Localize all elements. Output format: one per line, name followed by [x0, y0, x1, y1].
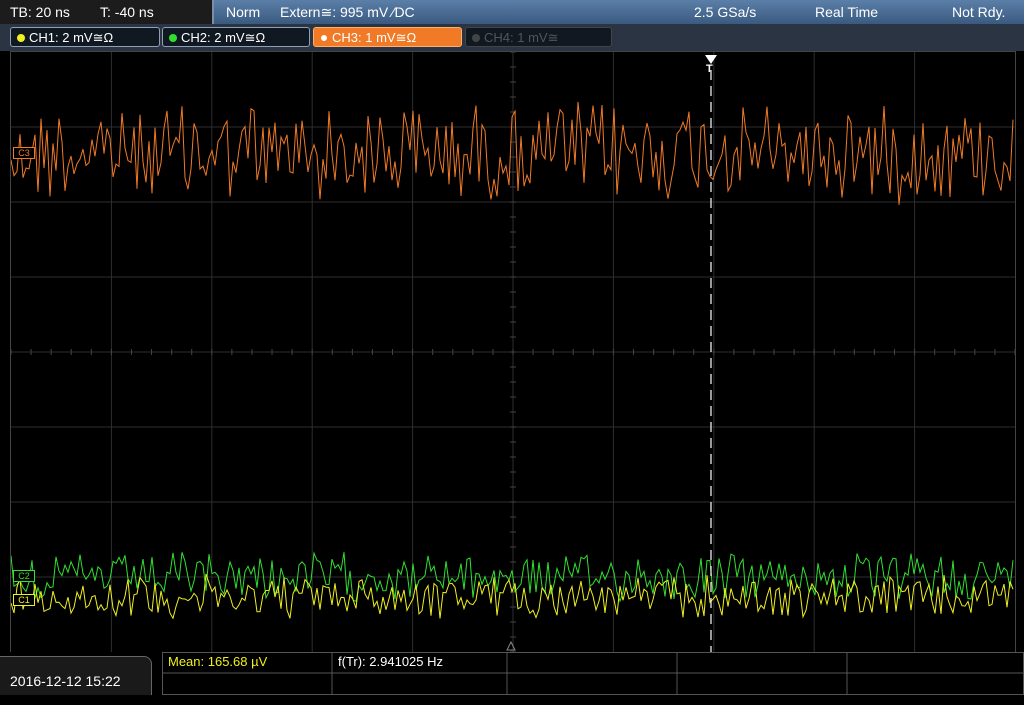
trigger-time-value: T: -40 ns — [100, 4, 154, 20]
ch1-dot-icon — [17, 34, 25, 42]
acq-mode[interactable]: Norm — [226, 0, 260, 24]
ch4-dot-icon — [472, 34, 480, 42]
channel-bar: CH1: 2 mV≅Ω CH2: 2 mV≅Ω CH3: 1 mV≅Ω CH4:… — [0, 24, 1024, 51]
datetime-display: 2016-12-12 15:22 — [0, 656, 152, 695]
ch3-dot-icon — [320, 34, 328, 42]
channel-4-chip[interactable]: CH4: 1 mV≅ — [465, 27, 612, 47]
footer: 2016-12-12 15:22 Mean: 165.68 µV f(Tr): … — [0, 652, 1024, 695]
channel-1-chip[interactable]: CH1: 2 mV≅Ω — [10, 27, 160, 47]
mean-measurement[interactable]: Mean: 165.68 µV — [168, 652, 267, 672]
center-marker-icon — [506, 640, 516, 651]
measurement-panel: Mean: 165.68 µV f(Tr): 2.941025 Hz — [162, 652, 1024, 695]
ch3-trace — [10, 101, 1014, 205]
channel-3-chip[interactable]: CH3: 1 mV≅Ω — [313, 27, 462, 47]
sample-rate[interactable]: 2.5 GSa/s — [694, 0, 756, 24]
waveform-display[interactable]: C3 C2 C1 T — [10, 51, 1016, 653]
trigger-marker-label: T — [706, 63, 713, 75]
timebase-value: TB: 20 ns — [10, 4, 70, 20]
ch1-label: CH1: 2 mV≅Ω — [29, 30, 114, 45]
ch1-offset-marker[interactable]: C1 — [13, 594, 35, 606]
frequency-measurement[interactable]: f(Tr): 2.941025 Hz — [338, 652, 443, 672]
acq-status: Not Rdy. — [952, 4, 1006, 20]
measurement-grid — [162, 652, 1024, 695]
channel-2-chip[interactable]: CH2: 2 mV≅Ω — [162, 27, 310, 47]
ch2-dot-icon — [169, 34, 177, 42]
ch4-label: CH4: 1 mV≅ — [484, 30, 559, 45]
ch3-label: CH3: 1 mV≅Ω — [332, 30, 417, 45]
timebase-box[interactable]: TB: 20 ns T: -40 ns — [0, 0, 214, 24]
ch2-label: CH2: 2 mV≅Ω — [181, 30, 266, 45]
trigger-source[interactable]: Extern≅: 995 mV ∕DC — [280, 0, 415, 24]
status-bar: TB: 20 ns T: -40 ns Norm Extern≅: 995 mV… — [0, 0, 1024, 24]
realtime-mode[interactable]: Real Time — [815, 0, 878, 24]
ch2-offset-marker[interactable]: C2 — [13, 570, 35, 582]
ch3-offset-marker[interactable]: C3 — [13, 147, 35, 159]
ch1-trace — [10, 573, 1014, 620]
waveform-canvas — [10, 51, 1016, 653]
